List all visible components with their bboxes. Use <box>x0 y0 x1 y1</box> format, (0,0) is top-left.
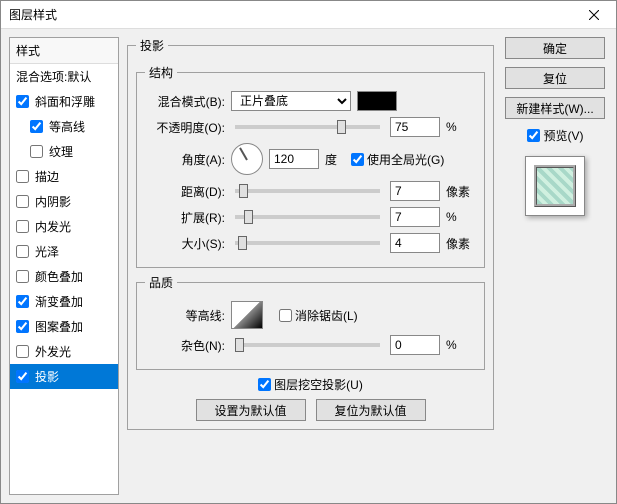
blend-mode-label: 混合模式(B): <box>145 93 225 110</box>
sidebar-checkbox-9[interactable] <box>16 320 29 333</box>
knockout-label: 图层挖空投影(U) <box>274 376 363 393</box>
size-unit: 像素 <box>446 235 476 252</box>
sidebar-header: 样式 <box>10 38 118 64</box>
distance-input[interactable] <box>390 181 440 201</box>
sidebar-label-10: 外发光 <box>35 343 71 360</box>
quality-group: 品质 等高线: 消除锯齿(L) 杂色(N): % <box>136 274 485 370</box>
noise-input[interactable] <box>390 335 440 355</box>
angle-label: 角度(A): <box>145 151 225 168</box>
size-label: 大小(S): <box>145 235 225 252</box>
angle-unit: 度 <box>325 151 337 168</box>
sidebar-checkbox-5[interactable] <box>16 220 29 233</box>
preview-checkbox[interactable] <box>527 129 540 142</box>
blend-mode-select[interactable]: 正片叠底 <box>231 91 351 111</box>
spread-unit: % <box>446 210 476 224</box>
sidebar-label-6: 光泽 <box>35 243 59 260</box>
sidebar-label-2: 纹理 <box>49 143 73 160</box>
sidebar-label-4: 内阴影 <box>35 193 71 210</box>
sidebar-checkbox-8[interactable] <box>16 295 29 308</box>
spread-slider[interactable] <box>235 215 380 219</box>
spread-input[interactable] <box>390 207 440 227</box>
sidebar-checkbox-0[interactable] <box>16 95 29 108</box>
contour-picker[interactable] <box>231 301 263 329</box>
sidebar-item-10[interactable]: 外发光 <box>10 339 118 364</box>
sidebar-label-7: 颜色叠加 <box>35 268 83 285</box>
preview-label: 预览(V) <box>544 127 584 144</box>
opacity-label: 不透明度(O): <box>145 119 225 136</box>
sidebar-item-9[interactable]: 图案叠加 <box>10 314 118 339</box>
sidebar-item-1[interactable]: 等高线 <box>10 114 118 139</box>
sidebar-item-2[interactable]: 纹理 <box>10 139 118 164</box>
panel-main: 投影 结构 混合模式(B): 正片叠底 不透明度(O): % 角度(A): <box>127 37 494 430</box>
sidebar-label-3: 描边 <box>35 168 59 185</box>
reset-button[interactable]: 复位 <box>505 67 605 89</box>
global-light-label: 使用全局光(G) <box>367 151 444 168</box>
noise-slider[interactable] <box>235 343 380 347</box>
angle-dial[interactable] <box>231 143 263 175</box>
sidebar-checkbox-10[interactable] <box>16 345 29 358</box>
sidebar-item-5[interactable]: 内发光 <box>10 214 118 239</box>
opacity-input[interactable] <box>390 117 440 137</box>
sidebar-label-0: 斜面和浮雕 <box>35 93 95 110</box>
sidebar-label-9: 图案叠加 <box>35 318 83 335</box>
quality-title: 品质 <box>145 274 177 291</box>
contour-label: 等高线: <box>145 307 225 324</box>
size-input[interactable] <box>390 233 440 253</box>
sidebar-checkbox-3[interactable] <box>16 170 29 183</box>
sidebar-label-1: 等高线 <box>49 118 85 135</box>
sidebar-checkbox-2[interactable] <box>30 145 43 158</box>
knockout-checkbox[interactable] <box>258 378 271 391</box>
spread-label: 扩展(R): <box>145 209 225 226</box>
new-style-button[interactable]: 新建样式(W)... <box>505 97 605 119</box>
sidebar-checkbox-1[interactable] <box>30 120 43 133</box>
sidebar-checkbox-6[interactable] <box>16 245 29 258</box>
opacity-slider[interactable] <box>235 125 380 129</box>
sidebar-item-0[interactable]: 斜面和浮雕 <box>10 89 118 114</box>
sidebar-item-7[interactable]: 颜色叠加 <box>10 264 118 289</box>
preview-thumbnail <box>525 156 585 216</box>
distance-unit: 像素 <box>446 183 476 200</box>
size-slider[interactable] <box>235 241 380 245</box>
antialias-checkbox[interactable] <box>279 309 292 322</box>
noise-unit: % <box>446 338 476 352</box>
structure-title: 结构 <box>145 64 177 81</box>
sidebar-item-11[interactable]: 投影 <box>10 364 118 389</box>
opacity-unit: % <box>446 120 476 134</box>
sidebar-item-4[interactable]: 内阴影 <box>10 189 118 214</box>
global-light-checkbox[interactable] <box>351 153 364 166</box>
window-title: 图层样式 <box>9 6 57 23</box>
structure-group: 结构 混合模式(B): 正片叠底 不透明度(O): % 角度(A): 度 <box>136 64 485 268</box>
close-button[interactable] <box>571 1 616 29</box>
ok-button[interactable]: 确定 <box>505 37 605 59</box>
reset-default-button[interactable]: 复位为默认值 <box>316 399 426 421</box>
sidebar-checkbox-7[interactable] <box>16 270 29 283</box>
sidebar-subheader[interactable]: 混合选项:默认 <box>10 64 118 89</box>
panel-title: 投影 <box>136 37 168 54</box>
sidebar-label-5: 内发光 <box>35 218 71 235</box>
sidebar-checkbox-11[interactable] <box>16 370 29 383</box>
sidebar-item-3[interactable]: 描边 <box>10 164 118 189</box>
distance-slider[interactable] <box>235 189 380 193</box>
shadow-color-swatch[interactable] <box>357 91 397 111</box>
make-default-button[interactable]: 设置为默认值 <box>196 399 306 421</box>
sidebar-item-8[interactable]: 渐变叠加 <box>10 289 118 314</box>
antialias-label: 消除锯齿(L) <box>295 307 358 324</box>
noise-label: 杂色(N): <box>145 337 225 354</box>
sidebar-item-6[interactable]: 光泽 <box>10 239 118 264</box>
sidebar-label-11: 投影 <box>35 368 59 385</box>
sidebar-checkbox-4[interactable] <box>16 195 29 208</box>
preview-image <box>534 165 576 207</box>
styles-sidebar: 样式 混合选项:默认 斜面和浮雕等高线纹理描边内阴影内发光光泽颜色叠加渐变叠加图… <box>9 37 119 495</box>
distance-label: 距离(D): <box>145 183 225 200</box>
close-icon <box>589 10 599 20</box>
angle-input[interactable] <box>269 149 319 169</box>
sidebar-label-8: 渐变叠加 <box>35 293 83 310</box>
